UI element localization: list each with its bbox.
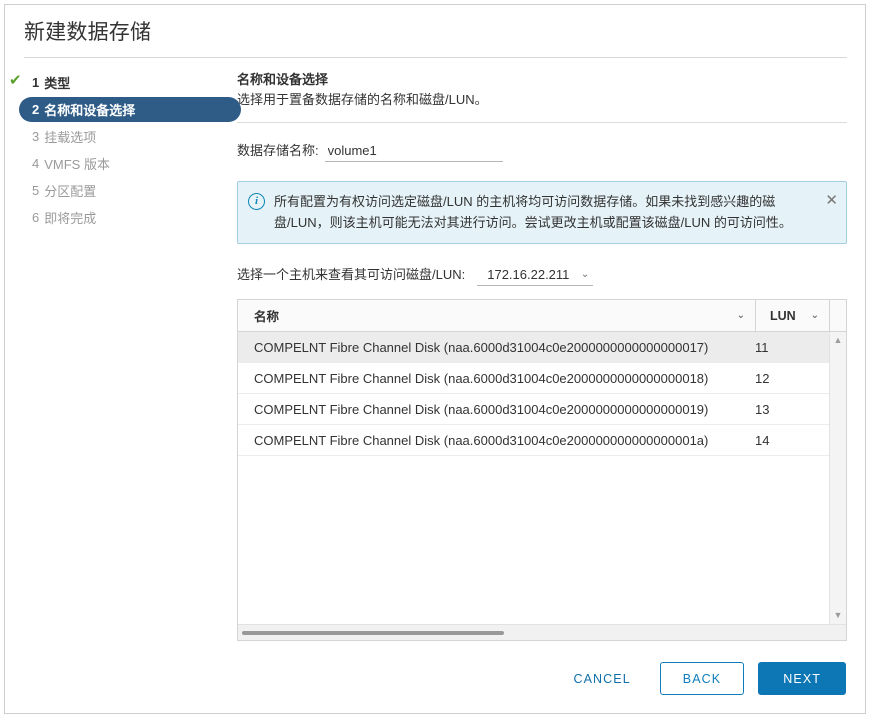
host-select-value: 172.16.22.211 [487, 267, 569, 282]
step-label: 即将完成 [44, 208, 96, 227]
table-vertical-scrollbar[interactable]: ▲ ▼ [829, 332, 846, 624]
sidebar-item-partition-configuration[interactable]: 5 分区配置 [19, 178, 237, 203]
disk-name-cell: COMPELNT Fibre Channel Disk (naa.6000d31… [238, 371, 741, 386]
step-label: 分区配置 [44, 181, 96, 200]
host-selector-label: 选择一个主机来查看其可访问磁盘/LUN: [237, 264, 465, 283]
table-row[interactable]: COMPELNT Fibre Channel Disk (naa.6000d31… [238, 394, 829, 425]
cancel-button[interactable]: CANCEL [561, 662, 642, 695]
step-number: 6 [32, 210, 39, 225]
chevron-down-icon: ⌄ [737, 311, 745, 321]
disk-name-cell: COMPELNT Fibre Channel Disk (naa.6000d31… [238, 340, 741, 355]
wizard-steps-sidebar: ✔ 1 类型 2 名称和设备选择 3 挂载选项 4 VMFS 版本 5 分区配置 [5, 70, 237, 232]
sidebar-item-name-and-device-selection[interactable]: 2 名称和设备选择 [19, 97, 241, 122]
step-label: VMFS 版本 [44, 154, 110, 173]
step-number: 5 [32, 183, 39, 198]
horizontal-scroll-thumb[interactable] [242, 631, 504, 635]
section-divider [237, 122, 847, 123]
table-row[interactable]: COMPELNT Fibre Channel Disk (naa.6000d31… [238, 425, 829, 456]
column-header-lun[interactable]: LUN ⌄ [755, 300, 829, 331]
host-select-dropdown[interactable]: 172.16.22.211 ⌄ [477, 267, 593, 286]
next-button[interactable]: NEXT [758, 662, 846, 695]
table-header-row: 名称 ⌄ LUN ⌄ [238, 300, 846, 332]
datastore-name-row: 数据存储名称: [237, 140, 847, 162]
step-number: 4 [32, 156, 39, 171]
table-row[interactable]: COMPELNT Fibre Channel Disk (naa.6000d31… [238, 332, 829, 363]
column-header-name-label: 名称 [254, 306, 279, 325]
wizard-main-panel: 名称和设备选择 选择用于置备数据存储的名称和磁盘/LUN。 数据存储名称: i … [237, 70, 865, 641]
datastore-name-label: 数据存储名称: [237, 140, 319, 159]
sidebar-item-ready-to-complete[interactable]: 6 即将完成 [19, 205, 237, 230]
section-heading: 名称和设备选择 [237, 70, 847, 89]
info-banner-text: 所有配置为有权访问选定磁盘/LUN 的主机将均可访问数据存储。如果未找到感兴趣的… [265, 191, 825, 233]
table-row[interactable]: COMPELNT Fibre Channel Disk (naa.6000d31… [238, 363, 829, 394]
info-icon: i [248, 193, 265, 210]
step-number: 2 [32, 102, 39, 117]
section-subheading: 选择用于置备数据存储的名称和磁盘/LUN。 [237, 90, 847, 110]
new-datastore-wizard: 新建数据存储 ✔ 1 类型 2 名称和设备选择 3 挂载选项 4 VMFS 版本 [4, 4, 866, 714]
back-button[interactable]: BACK [660, 662, 744, 695]
column-header-name[interactable]: 名称 ⌄ [238, 300, 755, 331]
column-header-lun-label: LUN [770, 309, 796, 323]
disk-name-cell: COMPELNT Fibre Channel Disk (naa.6000d31… [238, 433, 741, 448]
step-number: 3 [32, 129, 39, 144]
wizard-header: 新建数据存储 [5, 5, 865, 47]
table-header-scroll-spacer [829, 300, 846, 331]
table-body: COMPELNT Fibre Channel Disk (naa.6000d31… [238, 332, 829, 624]
table-body-area: COMPELNT Fibre Channel Disk (naa.6000d31… [238, 332, 846, 624]
info-banner: i 所有配置为有权访问选定磁盘/LUN 的主机将均可访问数据存储。如果未找到感兴… [237, 181, 847, 244]
scroll-up-icon[interactable]: ▲ [834, 332, 843, 349]
host-selector-row: 选择一个主机来查看其可访问磁盘/LUN: 172.16.22.211 ⌄ [237, 264, 847, 286]
step-label: 挂载选项 [44, 127, 96, 146]
chevron-down-icon: ⌄ [811, 311, 819, 321]
scroll-down-icon[interactable]: ▼ [834, 607, 843, 624]
lun-cell: 13 [741, 402, 829, 417]
step-label: 类型 [44, 73, 70, 92]
datastore-name-input[interactable] [325, 143, 503, 162]
step-label: 名称和设备选择 [44, 100, 135, 119]
lun-cell: 12 [741, 371, 829, 386]
sidebar-item-vmfs-version[interactable]: 4 VMFS 版本 [19, 151, 237, 176]
page-title: 新建数据存储 [24, 19, 865, 47]
sidebar-item-mount-options[interactable]: 3 挂载选项 [19, 124, 237, 149]
disk-lun-table: 名称 ⌄ LUN ⌄ COMPELNT Fibre Channel Disk (… [237, 299, 847, 641]
close-icon[interactable]: ✕ [825, 193, 838, 208]
check-icon: ✔ [9, 74, 23, 88]
lun-cell: 14 [741, 433, 829, 448]
chevron-down-icon: ⌄ [581, 270, 589, 280]
wizard-body: ✔ 1 类型 2 名称和设备选择 3 挂载选项 4 VMFS 版本 5 分区配置 [5, 58, 865, 641]
lun-cell: 11 [741, 340, 829, 355]
wizard-footer: CANCEL BACK NEXT [561, 662, 846, 695]
sidebar-item-type[interactable]: ✔ 1 类型 [19, 70, 237, 95]
disk-name-cell: COMPELNT Fibre Channel Disk (naa.6000d31… [238, 402, 741, 417]
table-horizontal-scrollbar[interactable] [238, 624, 846, 640]
step-number: 1 [32, 75, 39, 90]
